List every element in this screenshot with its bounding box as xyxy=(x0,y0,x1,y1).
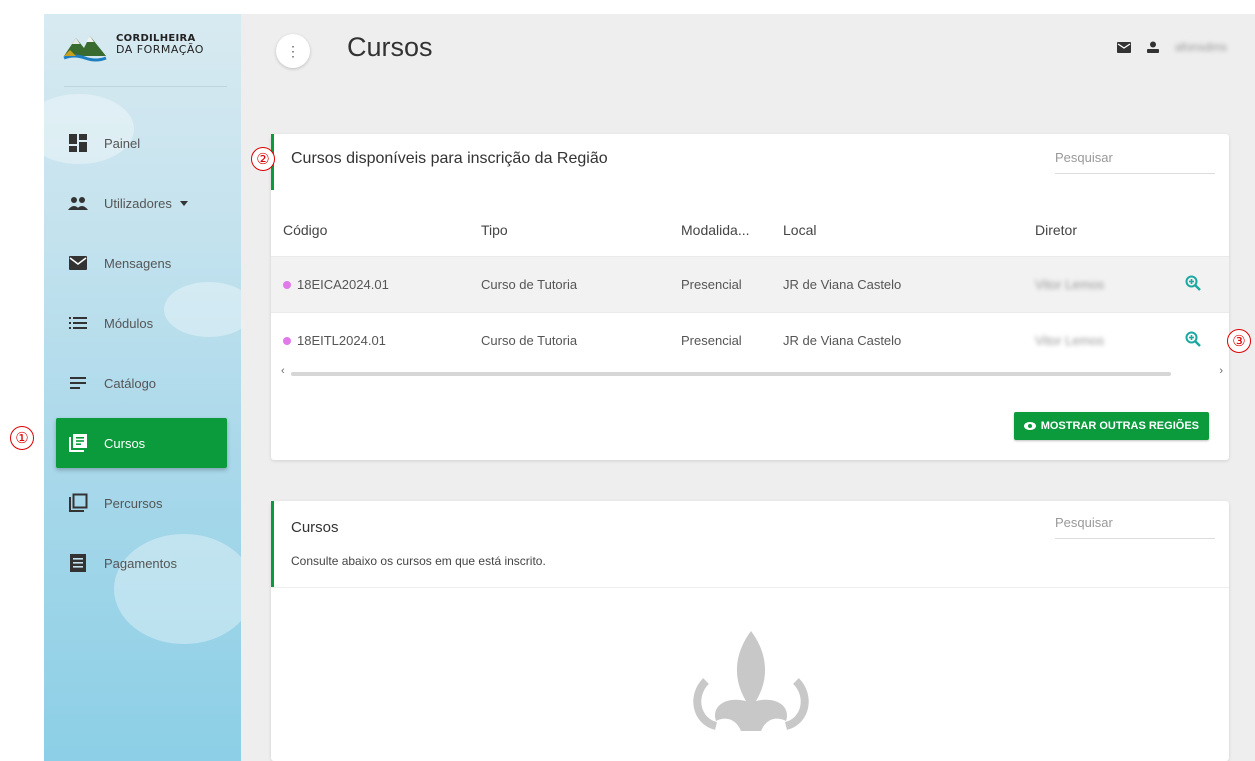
username[interactable]: afonsdms xyxy=(1175,40,1227,54)
card-accent-bar xyxy=(271,501,274,587)
cell-actions xyxy=(1173,311,1229,368)
annotation-marker-1: ① xyxy=(10,426,34,450)
zoom-in-icon[interactable] xyxy=(1185,275,1201,291)
sidebar-item-cursos[interactable]: Cursos xyxy=(56,418,227,468)
cell-modalidade: Presencial xyxy=(669,255,771,312)
sidebar-item-utilizadores[interactable]: Utilizadores xyxy=(56,178,227,228)
courses-icon xyxy=(68,433,88,453)
cell-codigo: 18EITL2024.01 xyxy=(271,311,469,368)
mountain-logo-icon xyxy=(63,36,107,62)
sidebar-item-painel[interactable]: Painel xyxy=(56,118,227,168)
table-row[interactable]: 18EITL2024.01 Curso de Tutoria Presencia… xyxy=(271,311,1229,368)
sidebar: CORDILHEIRA DA FORMAÇÃO Painel Utilizado… xyxy=(44,14,241,761)
cell-local: JR de Viana Castelo xyxy=(771,311,1023,368)
cell-tipo: Curso de Tutoria xyxy=(469,255,669,312)
eye-icon xyxy=(1023,422,1036,430)
enrolled-courses-card: Cursos Consulte abaixo os cursos em que … xyxy=(271,501,1229,761)
course-code: 18EITL2024.01 xyxy=(297,332,386,348)
status-dot xyxy=(283,281,291,290)
logo-line2: DA FORMAÇÃO xyxy=(116,43,204,57)
more-vertical-icon: ⋮ xyxy=(286,42,300,59)
sidebar-item-label: Cursos xyxy=(104,435,146,451)
users-icon xyxy=(68,193,88,213)
app-logo[interactable]: CORDILHEIRA DA FORMAÇÃO xyxy=(62,28,204,62)
chevron-down-icon[interactable] xyxy=(179,200,188,206)
sidebar-item-label: Mensagens xyxy=(104,255,172,271)
search-input[interactable]: Pesquisar xyxy=(1055,511,1215,539)
sidebar-item-label: Percursos xyxy=(104,495,163,511)
card-divider xyxy=(271,587,1229,588)
cell-tipo: Curso de Tutoria xyxy=(469,311,669,368)
button-label: MOSTRAR OUTRAS REGIÕES xyxy=(1040,420,1199,432)
top-bar-actions: afonsdms xyxy=(1116,40,1227,54)
list-icon xyxy=(68,313,88,333)
cell-local: JR de Viana Castelo xyxy=(771,255,1023,312)
column-header-local[interactable]: Local xyxy=(771,204,1023,256)
sidebar-nav: Painel Utilizadores Mensagens Módulos Ca… xyxy=(56,118,227,598)
card-subtitle: Consulte abaixo os cursos em que está in… xyxy=(291,554,546,568)
column-header-diretor[interactable]: Diretor xyxy=(1023,204,1173,256)
director-name: Vitor Lemos xyxy=(1035,276,1105,292)
column-header-actions xyxy=(1173,204,1229,256)
sidebar-item-label: Catálogo xyxy=(104,375,157,391)
course-code: 18EICA2024.01 xyxy=(297,276,389,292)
lines-icon xyxy=(68,373,88,393)
sidebar-divider xyxy=(64,86,227,87)
sidebar-item-modulos[interactable]: Módulos xyxy=(56,298,227,348)
sidebar-item-percursos[interactable]: Percursos xyxy=(56,478,227,528)
status-dot xyxy=(283,337,291,346)
zoom-in-icon[interactable] xyxy=(1185,331,1201,347)
horizontal-scrollbar[interactable] xyxy=(291,372,1171,376)
courses-table: Código Tipo Modalida... Local Diretor 18… xyxy=(271,204,1229,368)
sidebar-item-label: Pagamentos xyxy=(104,555,177,571)
cell-diretor: Vitor Lemos xyxy=(1023,255,1173,312)
fleur-de-lis-watermark-icon xyxy=(693,631,809,731)
card-title: Cursos disponíveis para inscrição da Reg… xyxy=(291,150,608,167)
sidebar-item-label: Painel xyxy=(104,135,141,151)
paths-icon xyxy=(68,493,88,513)
scroll-right-icon[interactable]: › xyxy=(1219,365,1223,377)
director-name: Vitor Lemos xyxy=(1035,332,1105,348)
sidebar-item-mensagens[interactable]: Mensagens xyxy=(56,238,227,288)
show-other-regions-button[interactable]: MOSTRAR OUTRAS REGIÕES xyxy=(1013,412,1209,440)
table-row[interactable]: 18EICA2024.01 Curso de Tutoria Presencia… xyxy=(271,255,1229,312)
column-header-codigo[interactable]: Código xyxy=(271,204,469,256)
cell-actions xyxy=(1173,255,1229,312)
annotation-marker-3: ③ xyxy=(1227,329,1251,353)
available-courses-card: Cursos disponíveis para inscrição da Reg… xyxy=(271,134,1229,460)
dashboard-icon xyxy=(68,133,88,153)
mail-icon[interactable] xyxy=(1116,41,1131,53)
table-header-row: Código Tipo Modalida... Local Diretor xyxy=(271,204,1229,256)
sidebar-item-label: Utilizadores xyxy=(104,195,172,211)
annotation-marker-2: ② xyxy=(251,147,275,171)
main-content: ⋮ Cursos afonsdms Cursos disponíveis par… xyxy=(241,14,1255,761)
column-header-modalidade[interactable]: Modalida... xyxy=(669,204,771,256)
scroll-left-icon[interactable]: ‹ xyxy=(281,365,285,377)
search-input[interactable]: Pesquisar xyxy=(1055,146,1215,174)
card-title: Cursos xyxy=(291,519,339,536)
column-header-tipo[interactable]: Tipo xyxy=(469,204,669,256)
receipt-icon xyxy=(68,553,88,573)
cell-diretor: Vitor Lemos xyxy=(1023,311,1173,368)
sidebar-item-pagamentos[interactable]: Pagamentos xyxy=(56,538,227,588)
sidebar-item-label: Módulos xyxy=(104,315,154,331)
sidebar-item-catalogo[interactable]: Catálogo xyxy=(56,358,227,408)
mail-icon xyxy=(68,253,88,273)
user-icon[interactable] xyxy=(1146,41,1159,53)
cell-codigo: 18EICA2024.01 xyxy=(271,255,469,312)
menu-toggle-button[interactable]: ⋮ xyxy=(276,34,310,68)
cell-modalidade: Presencial xyxy=(669,311,771,368)
page-title: Cursos xyxy=(347,32,433,62)
